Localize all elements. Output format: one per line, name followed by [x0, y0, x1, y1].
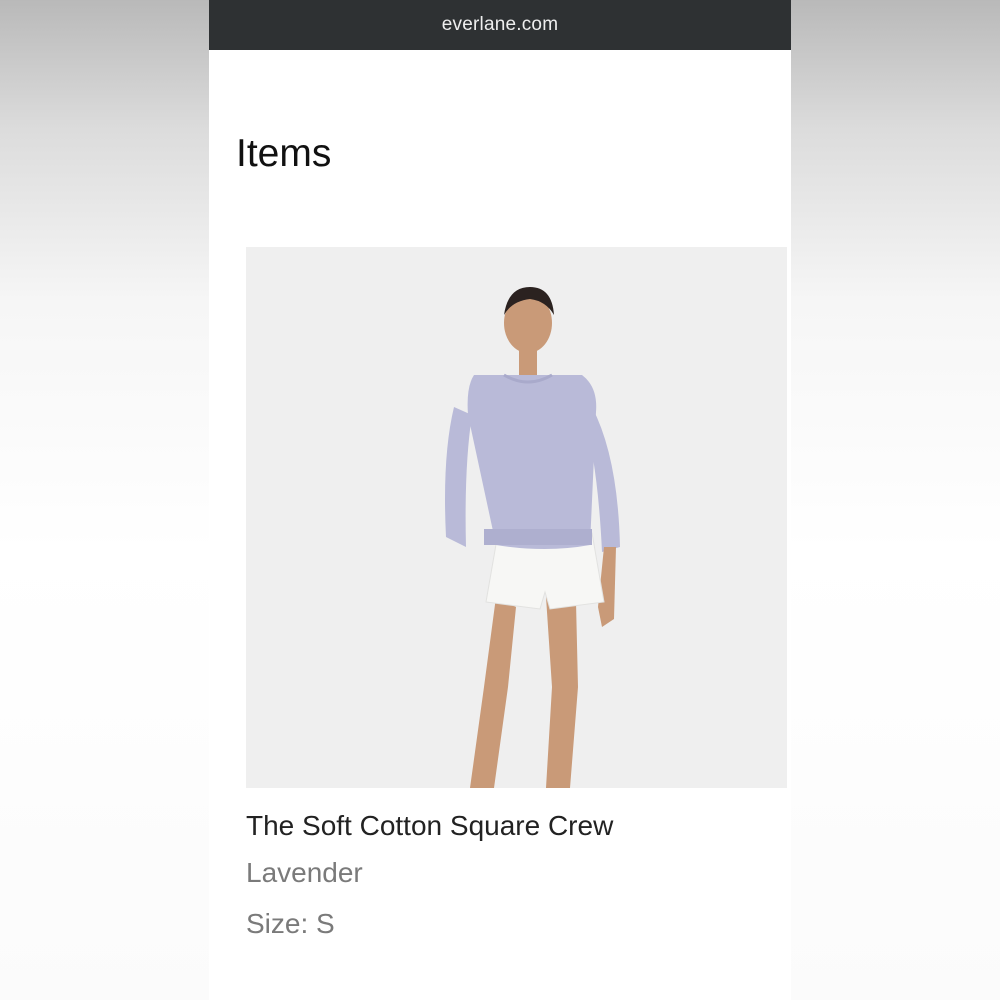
left-background	[0, 0, 209, 1000]
right-background	[791, 0, 1000, 1000]
product-name[interactable]: The Soft Cotton Square Crew	[246, 809, 613, 843]
model-illustration	[246, 247, 787, 788]
product-card[interactable]: The Soft Cotton Square Crew Lavender Siz…	[246, 247, 787, 967]
page-title: Items	[236, 132, 332, 175]
url-text: everlane.com	[441, 14, 559, 35]
product-size: Size: S	[246, 908, 335, 939]
address-bar[interactable]: everlane.com	[209, 0, 791, 50]
product-image[interactable]	[246, 247, 787, 788]
product-color: Lavender	[246, 857, 363, 888]
phone-screen: everlane.com Items The Soft Cotton Squar…	[209, 0, 791, 1000]
